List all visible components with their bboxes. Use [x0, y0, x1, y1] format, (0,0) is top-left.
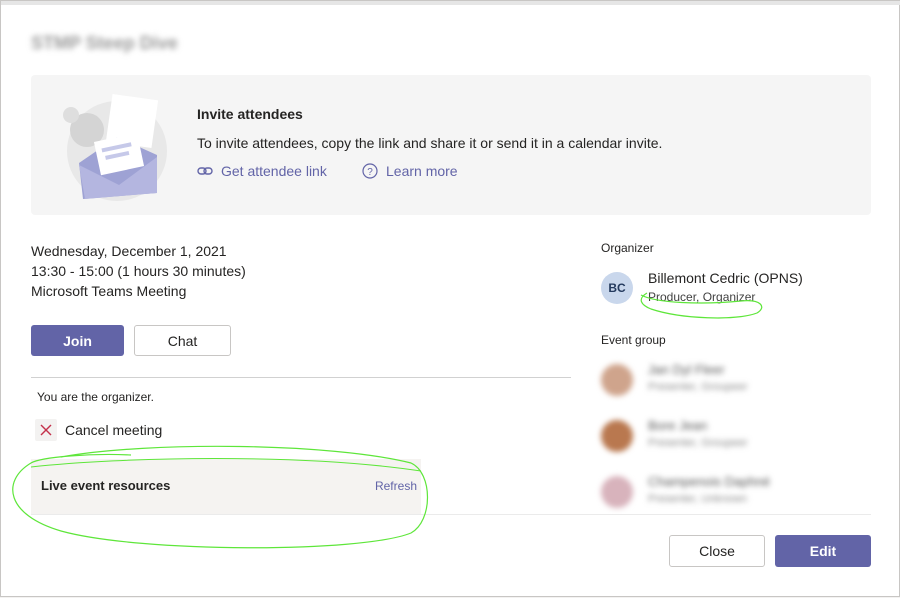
- live-event-resources-panel: Live event resources Refresh: [31, 459, 421, 515]
- member-name: Bore Jean: [648, 418, 708, 433]
- close-icon: [35, 419, 57, 441]
- cancel-meeting-button[interactable]: Cancel meeting: [35, 419, 162, 441]
- link-icon: [197, 165, 213, 177]
- organizer-role: Producer, Organizer: [648, 290, 756, 304]
- avatar: [601, 364, 633, 396]
- svg-text:?: ?: [367, 167, 373, 178]
- meeting-time: 13:30 - 15:00 (1 hours 30 minutes): [31, 263, 246, 279]
- meeting-type: Microsoft Teams Meeting: [31, 283, 187, 299]
- member-name: Jan Dyl Fleer: [648, 362, 725, 377]
- dialog-title: STMP Steep Dive: [31, 33, 178, 53]
- meeting-date: Wednesday, December 1, 2021: [31, 243, 227, 259]
- event-group-member[interactable]: Champenois Daphné Presenter, Unknown: [601, 474, 791, 510]
- close-button[interactable]: Close: [669, 535, 765, 567]
- join-button[interactable]: Join: [31, 325, 124, 356]
- member-name: Champenois Daphné: [648, 474, 771, 489]
- footer-divider: [31, 514, 871, 515]
- chat-button[interactable]: Chat: [134, 325, 231, 356]
- member-role: Presenter, Unknown: [648, 493, 748, 505]
- avatar: [601, 420, 633, 452]
- get-attendee-link-label: Get attendee link: [221, 163, 327, 179]
- invite-attendees-banner: Invite attendees To invite attendees, co…: [31, 75, 871, 215]
- meeting-details: Wednesday, December 1, 2021 13:30 - 15:0…: [31, 241, 246, 301]
- invite-description: To invite attendees, copy the link and s…: [197, 135, 663, 151]
- cancel-meeting-label: Cancel meeting: [65, 422, 163, 438]
- member-role: Presenter, Groupeer: [648, 437, 748, 449]
- event-group-member[interactable]: Jan Dyl Fleer Presenter, Groupeer: [601, 362, 791, 398]
- event-group-section-label: Event group: [601, 333, 666, 347]
- section-divider: [31, 377, 571, 378]
- question-circle-icon: ?: [362, 163, 378, 179]
- meeting-dialog: STMP Steep Dive Invite attendees To invi…: [0, 0, 900, 597]
- organizer-note: You are the organizer.: [37, 390, 154, 404]
- refresh-link[interactable]: Refresh: [375, 479, 417, 493]
- learn-more-link[interactable]: ? Learn more: [362, 163, 458, 179]
- live-event-resources-title: Live event resources: [41, 478, 171, 493]
- organizer-section-label: Organizer: [601, 241, 654, 255]
- event-group-member[interactable]: Bore Jean Presenter, Groupeer: [601, 418, 791, 454]
- organizer-avatar[interactable]: BC: [601, 272, 633, 304]
- invite-title: Invite attendees: [197, 106, 303, 122]
- avatar: [601, 476, 633, 508]
- invite-envelope-illustration: [49, 85, 169, 205]
- get-attendee-link-button[interactable]: Get attendee link: [197, 163, 327, 179]
- top-border: [1, 1, 900, 5]
- member-role: Presenter, Groupeer: [648, 381, 748, 393]
- learn-more-label: Learn more: [386, 163, 458, 179]
- edit-button[interactable]: Edit: [775, 535, 871, 567]
- organizer-name: Billemont Cedric (OPNS): [648, 270, 803, 286]
